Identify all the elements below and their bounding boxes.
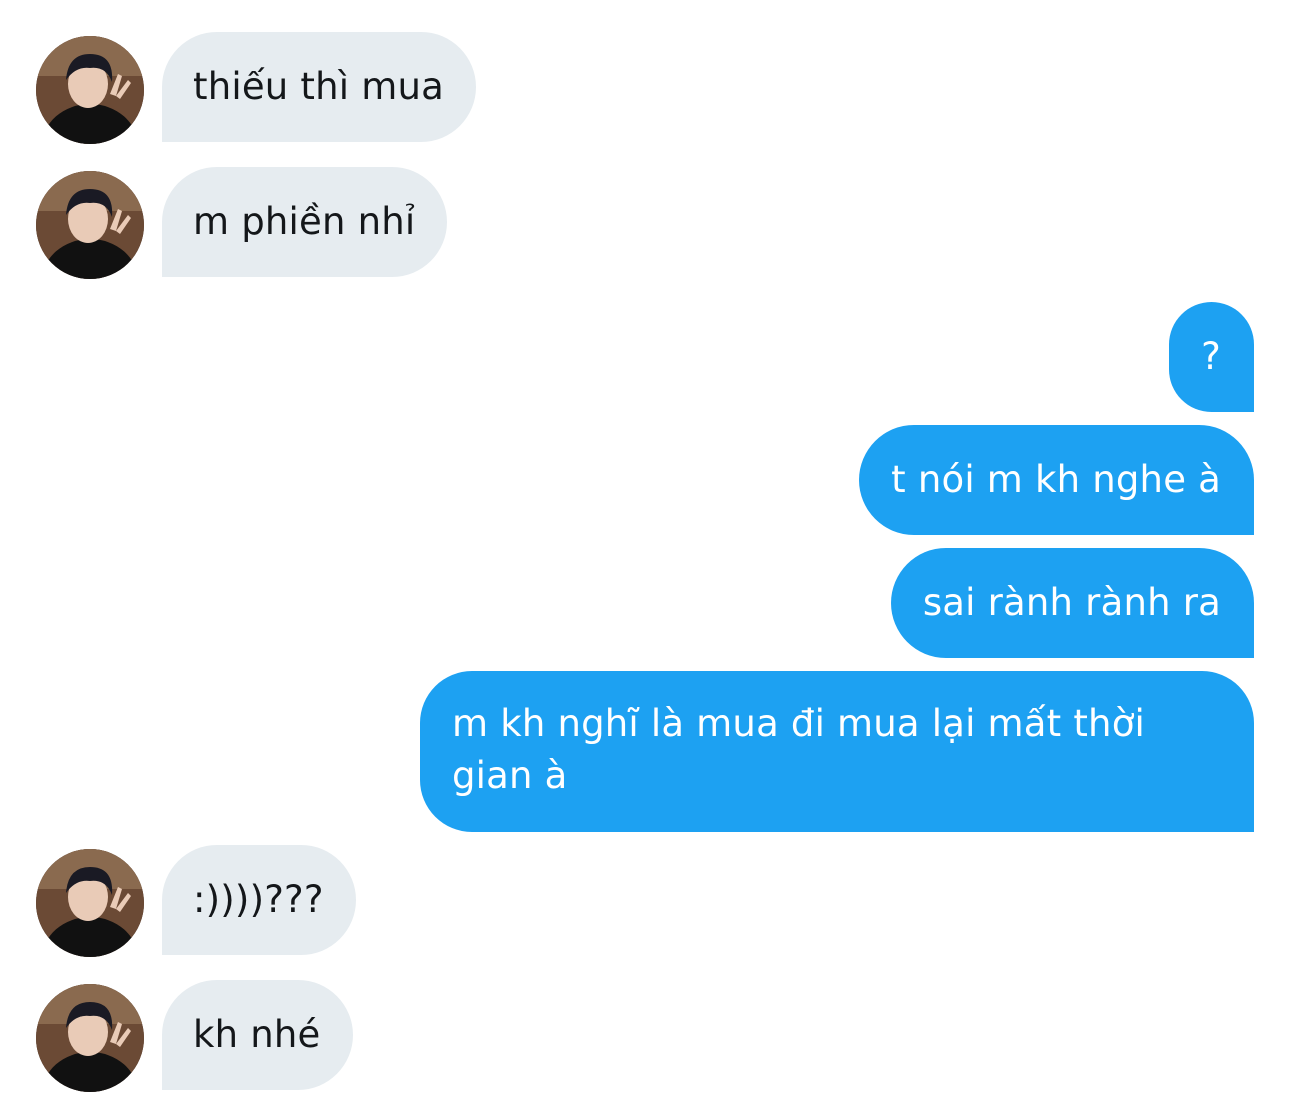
message-text: m phiền nhỉ [193,200,416,243]
message-bubble-incoming[interactable]: kh nhé [162,980,353,1090]
message-text: :))))??? [193,878,324,921]
message-bubble-outgoing[interactable]: t nói m kh nghe à [859,425,1254,535]
contact-avatar[interactable] [36,849,144,957]
avatar-photo-icon [36,36,144,144]
message-text: thiếu thì mua [193,65,444,108]
avatar-photo-icon [36,171,144,279]
avatar-photo-icon [36,849,144,957]
message-text: sai rành rành ra [922,581,1221,624]
contact-avatar[interactable] [36,36,144,144]
message-text: t nói m kh nghe à [891,458,1221,501]
message-bubble-outgoing[interactable]: sai rành rành ra [890,548,1254,658]
contact-avatar[interactable] [36,171,144,279]
message-bubble-incoming[interactable]: m phiền nhỉ [162,167,448,277]
message-text: ? [1201,335,1221,378]
message-bubble-outgoing[interactable]: m kh nghĩ là mua đi mua lại mất thời gia… [420,671,1254,832]
message-text: kh nhé [193,1013,321,1056]
message-bubble-incoming[interactable]: :))))??? [162,845,356,955]
message-bubble-incoming[interactable]: thiếu thì mua [162,32,476,142]
avatar-photo-icon [36,984,144,1092]
message-text: m kh nghĩ là mua đi mua lại mất thời gia… [452,702,1146,797]
contact-avatar[interactable] [36,984,144,1092]
message-bubble-outgoing[interactable]: ? [1169,302,1254,412]
